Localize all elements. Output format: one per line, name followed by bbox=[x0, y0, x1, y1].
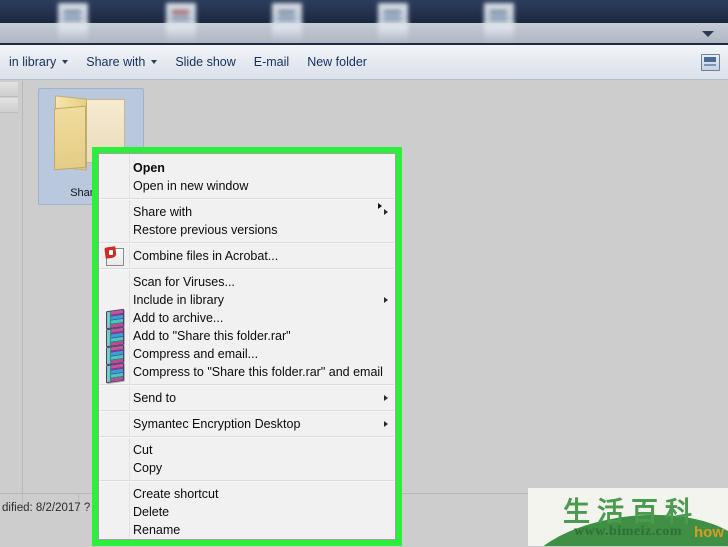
navigation-pane bbox=[0, 80, 22, 493]
address-bar-strip bbox=[0, 23, 728, 45]
context-menu-item-label: Open bbox=[133, 161, 165, 175]
context-menu-item[interactable]: Include in library bbox=[99, 291, 395, 309]
context-menu-item[interactable]: Cut bbox=[99, 441, 395, 459]
context-menu: Open Open in new window Share with Restore … bbox=[98, 153, 396, 540]
context-menu-highlight: Open Open in new window Share with Restore … bbox=[92, 147, 402, 546]
toolbar-button-3[interactable]: E-mail bbox=[245, 52, 298, 72]
context-menu-item[interactable]: Scan for Viruses... bbox=[99, 273, 395, 291]
toolbar-button-1[interactable]: Share with bbox=[77, 52, 166, 72]
context-menu-item[interactable]: Open bbox=[99, 159, 395, 177]
acrobat-icon bbox=[106, 248, 124, 266]
context-menu-separator bbox=[100, 384, 394, 386]
context-menu-item[interactable]: Send to bbox=[99, 389, 395, 407]
context-menu-item-label: Create shortcut bbox=[133, 487, 219, 501]
toolbar-button-2[interactable]: Slide show bbox=[166, 52, 244, 72]
toolbar-button-label: E-mail bbox=[253, 55, 290, 69]
toolbar-button-label: in library bbox=[9, 55, 57, 69]
context-menu-item-label: Scan for Viruses... bbox=[133, 275, 235, 289]
context-menu-item-label: Delete bbox=[133, 505, 170, 519]
submenu-arrow-icon bbox=[384, 209, 388, 215]
context-menu-separator bbox=[100, 268, 394, 270]
context-menu-item[interactable]: Share with bbox=[99, 203, 395, 221]
context-menu-item-label: Add to "Share this folder.rar" bbox=[133, 329, 291, 343]
context-menu-item-label: Compress and email... bbox=[133, 347, 259, 361]
chevron-down-icon[interactable] bbox=[702, 31, 714, 37]
context-menu-item[interactable]: Compress to "Share this folder.rar" and … bbox=[99, 362, 395, 384]
context-menu-item[interactable]: Rename bbox=[99, 521, 395, 539]
toolbar-button-4[interactable]: New folder bbox=[298, 52, 376, 72]
view-layout-icon[interactable] bbox=[701, 54, 720, 71]
context-menu-item-label: Combine files in Acrobat... bbox=[133, 249, 279, 263]
context-menu-item-label: Compress to "Share this folder.rar" and … bbox=[133, 365, 383, 379]
context-menu-item[interactable]: Delete bbox=[99, 503, 395, 521]
context-menu-separator bbox=[100, 410, 394, 412]
context-menu-separator bbox=[100, 480, 394, 482]
toolbar-button-label: Share with bbox=[86, 55, 146, 69]
toolbar-button-label: New folder bbox=[307, 55, 367, 69]
submenu-arrow-icon bbox=[384, 297, 388, 303]
context-menu-item[interactable]: Compress and email... bbox=[99, 344, 395, 366]
toolbar-button-0[interactable]: in library bbox=[0, 52, 77, 72]
watermark: 生活百科 how www.bimeiz.com bbox=[528, 488, 728, 546]
toolbar-button-label: Slide show bbox=[175, 55, 236, 69]
context-menu-item-label: Rename bbox=[133, 523, 181, 537]
context-menu-item-label: Open in new window bbox=[133, 179, 249, 193]
context-menu-separator bbox=[100, 242, 394, 244]
winrar-icon bbox=[106, 362, 124, 384]
context-menu-item[interactable]: Open in new window bbox=[99, 177, 395, 195]
submenu-arrow-icon bbox=[384, 421, 388, 427]
context-menu-item[interactable]: Restore previous versions bbox=[99, 221, 395, 239]
context-menu-item-label: Restore previous versions bbox=[133, 223, 278, 237]
context-menu-separator bbox=[100, 198, 394, 200]
explorer-window: in library Share with Slide show E-mail New … bbox=[0, 0, 728, 547]
context-menu-item-label: Send to bbox=[133, 391, 177, 405]
command-bar: in library Share with Slide show E-mail New … bbox=[0, 45, 728, 80]
mouse-cursor-icon bbox=[378, 203, 382, 209]
blurred-thumbnail-strip bbox=[0, 0, 728, 23]
context-menu-item-label: Symantec Encryption Desktop bbox=[133, 417, 301, 431]
context-menu-item-label: Add to archive... bbox=[133, 311, 224, 325]
context-menu-separator bbox=[100, 436, 394, 438]
context-menu-item[interactable]: Add to "Share this folder.rar" bbox=[99, 326, 395, 348]
context-menu-item-label: Cut bbox=[133, 443, 153, 457]
context-menu-item[interactable]: Combine files in Acrobat... bbox=[99, 247, 395, 266]
context-menu-item[interactable]: Symantec Encryption Desktop bbox=[99, 415, 395, 433]
context-menu-item-label: Include in library bbox=[133, 293, 225, 307]
context-menu-item-label: Share with bbox=[133, 205, 193, 219]
context-menu-item[interactable]: Copy bbox=[99, 459, 395, 477]
pane-divider[interactable] bbox=[22, 80, 23, 493]
context-menu-item[interactable]: Add to archive... bbox=[99, 308, 395, 330]
status-bar-text: dified: 8/2/2017 ? bbox=[2, 502, 91, 514]
context-menu-item[interactable]: Create shortcut bbox=[99, 485, 395, 503]
submenu-arrow-icon bbox=[384, 395, 388, 401]
caret-down-icon bbox=[62, 60, 69, 64]
caret-down-icon bbox=[151, 60, 158, 64]
context-menu-item-label: Copy bbox=[133, 461, 163, 475]
watermark-url: www.bimeiz.com bbox=[573, 524, 683, 539]
